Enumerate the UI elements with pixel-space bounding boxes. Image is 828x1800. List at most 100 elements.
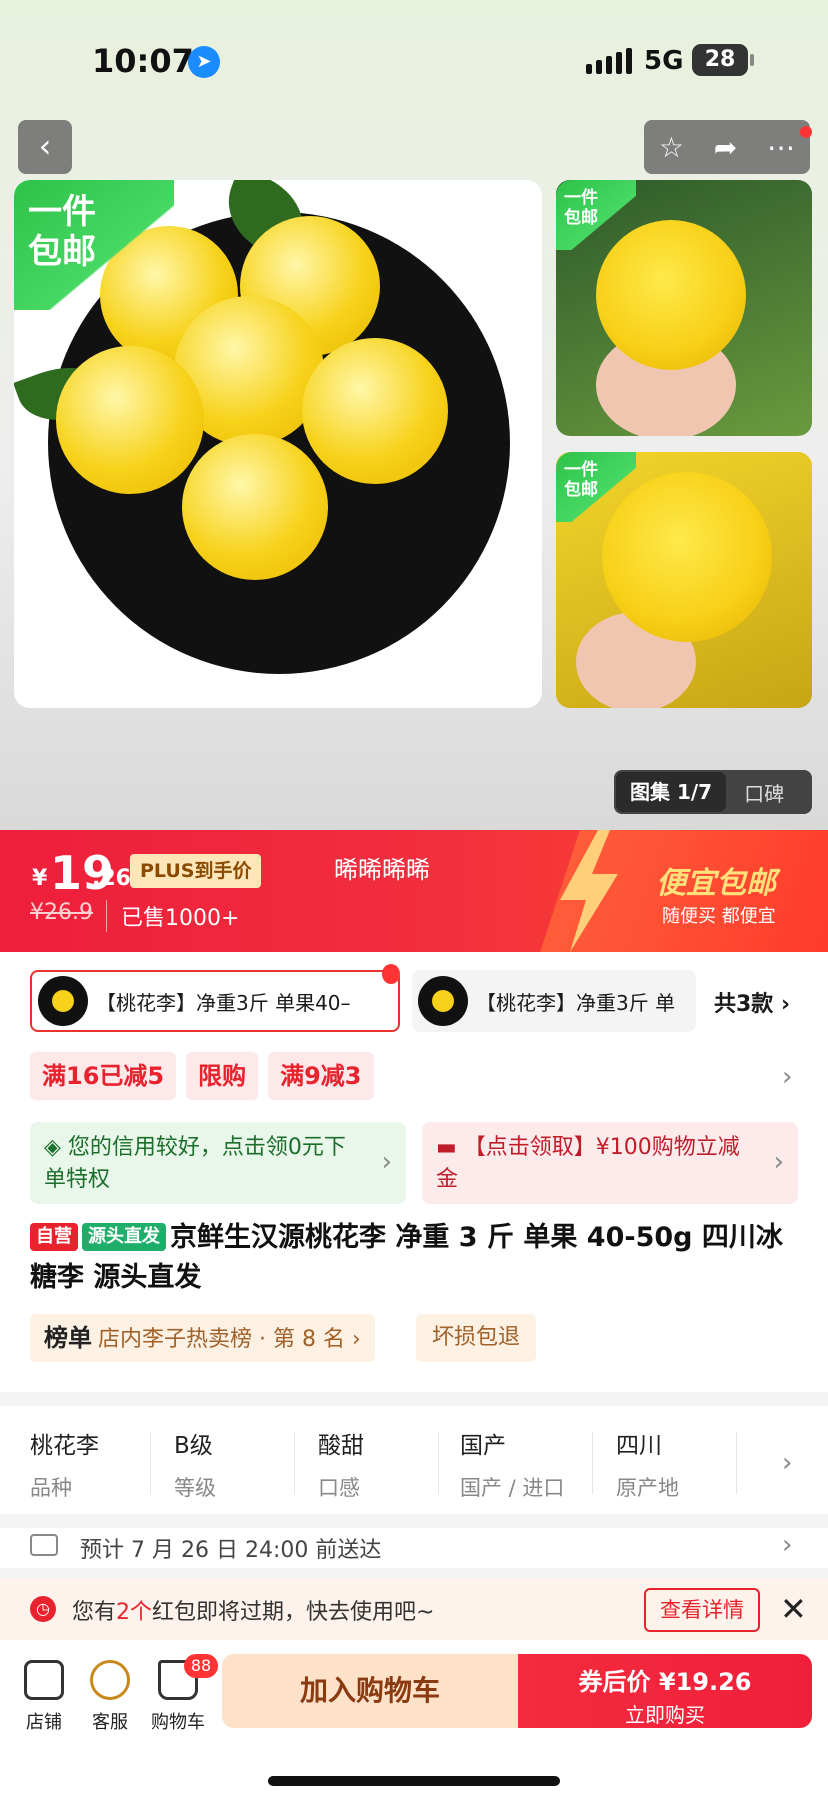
spec-value: 国产 <box>460 1433 506 1459</box>
coupon-price-label: 券后价 ¥19.26 <box>578 1668 752 1696</box>
ranking-label: 榜单 <box>44 1324 92 1352</box>
network-label: 5G <box>644 46 684 76</box>
status-time: 10:07 <box>92 42 194 80</box>
price-banner: ¥ 19 .26 PLUS到手价 ¥26.9 已售1000+ 晞晞晞晞 便宜包邮… <box>0 830 828 952</box>
free-shipping-badge-text: 一件 包邮 <box>564 460 598 500</box>
spec-origin: 四川 原产地 <box>616 1426 679 1502</box>
ranking-text: 店内李子热卖榜 · 第 8 名 › <box>98 1327 361 1352</box>
service-label: 客服 <box>92 1712 128 1733</box>
plum-image <box>182 434 328 580</box>
cart-button[interactable]: 88 购物车 <box>148 1654 218 1734</box>
close-icon[interactable]: ✕ <box>780 1590 807 1628</box>
ranking-chip[interactable]: 榜单 店内李子热卖榜 · 第 8 名 › <box>30 1314 375 1362</box>
red-packet-count: 2个 <box>116 1600 153 1625</box>
store-icon <box>24 1660 64 1700</box>
red-packet-prefix: 您有 <box>72 1600 117 1625</box>
spec-variety: 桃花李 品种 <box>30 1426 99 1502</box>
shield-icon: ◈ <box>44 1135 68 1160</box>
sku-option-2[interactable]: 【桃花李】净重3斤 单 <box>412 970 696 1032</box>
sku-thumbnail <box>38 976 88 1026</box>
sku-selector: 【桃花李】净重3斤 单果40– 【桃花李】净重3斤 单 共3款 › <box>30 964 820 1032</box>
spec-taste: 酸甜 口感 <box>318 1426 364 1502</box>
store-button[interactable]: 店铺 <box>14 1660 74 1734</box>
banner-center-text: 晞晞晞晞 <box>334 856 430 884</box>
location-icon: ➤ <box>188 46 220 78</box>
discount-tag: 满16已减5 <box>30 1052 177 1100</box>
top-actions: ☆ ➦ ⋯ <box>644 120 810 174</box>
divider <box>592 1432 593 1494</box>
share-icon[interactable]: ➦ <box>714 131 737 164</box>
cash-coupon-text: 【点击领取】¥100购物立减金 <box>436 1135 740 1192</box>
credit-coupon-text: 您的信用较好，点击领0元下单特权 <box>44 1135 346 1192</box>
thumbnail-1[interactable]: 一件 包邮 <box>556 180 812 436</box>
spec-key: 等级 <box>174 1476 216 1500</box>
damage-refund-chip[interactable]: 坏损包退 <box>416 1314 537 1362</box>
battery-icon: 28 <box>692 44 754 76</box>
divider <box>438 1432 439 1494</box>
original-price: ¥26.9 <box>30 900 93 925</box>
hot-icon <box>382 964 400 984</box>
credit-coupon[interactable]: ◈ 您的信用较好，点击领0元下单特权 › <box>30 1122 406 1204</box>
signal-icon <box>586 48 632 74</box>
cart-label: 购物车 <box>151 1712 205 1733</box>
product-title: 自营 源头直发 京鲜生汉源桃花李 净重 3 斤 单果 40-50g 四川冰糖李 源头… <box>30 1218 800 1298</box>
divider <box>150 1432 151 1494</box>
red-packet-text: 您有2个红包即将过期，快去使用吧~ <box>72 1594 434 1626</box>
delivery-row[interactable]: 预计 7 月 26 日 24:00 前送达 › <box>0 1528 828 1568</box>
star-icon[interactable]: ☆ <box>659 131 684 164</box>
gallery-switch: 图集 1/7 口碑 <box>614 770 812 814</box>
red-packet-suffix: 红包即将过期，快去使用吧~ <box>152 1600 435 1625</box>
home-indicator <box>268 1776 560 1786</box>
plum-image <box>302 338 448 484</box>
source-direct-tag: 源头直发 <box>82 1223 166 1251</box>
promo-title: 便宜包邮 <box>656 866 776 901</box>
add-to-cart-button[interactable]: 加入购物车 <box>222 1654 518 1728</box>
chevron-right-icon: › <box>381 1147 392 1177</box>
sku-more-label: 共3款 <box>714 992 774 1017</box>
spec-grade: B级 等级 <box>174 1426 216 1502</box>
promo-subtitle: 随便买 都便宜 <box>662 906 776 927</box>
customer-service-button[interactable]: 客服 <box>80 1660 140 1734</box>
album-tab[interactable]: 图集 1/7 <box>616 772 727 812</box>
red-packet-notice: ◷ 您有2个红包即将过期，快去使用吧~ 查看详情 ✕ <box>0 1578 828 1640</box>
cash-coupon[interactable]: ▬ 【点击领取】¥100购物立减金 › <box>422 1122 798 1204</box>
clock-icon: ◷ <box>30 1596 56 1622</box>
spec-key: 口感 <box>318 1476 360 1500</box>
notification-dot <box>800 126 812 138</box>
main-product-image[interactable]: 一件 包邮 <box>14 180 542 708</box>
review-tab[interactable]: 口碑 <box>726 778 784 807</box>
spec-key: 原产地 <box>616 1476 679 1500</box>
card-icon: ▬ <box>436 1135 464 1160</box>
lightning-icon <box>560 830 618 952</box>
sku-thumbnail <box>418 976 468 1026</box>
chevron-right-icon: › <box>782 1530 793 1560</box>
view-details-button[interactable]: 查看详情 <box>644 1588 760 1632</box>
spec-key: 国产 / 进口 <box>460 1476 565 1500</box>
service-icon <box>90 1660 130 1700</box>
spec-row[interactable]: 桃花李 品种 B级 等级 酸甜 口感 国产 国产 / 进口 四川 原产地 › <box>0 1406 828 1514</box>
product-gallery: 10:07 ➤ 5G 28 ‹ ☆ ➦ ⋯ 一件 包邮 一件 包邮 一件 包邮 … <box>0 0 828 830</box>
truck-icon <box>30 1534 58 1556</box>
currency-symbol: ¥ <box>32 866 48 891</box>
price-decimal: .26 <box>92 866 131 891</box>
plum-image <box>56 346 204 494</box>
sku-label: 【桃花李】净重3斤 单果40– <box>96 990 351 1015</box>
status-bar: 10:07 ➤ 5G 28 <box>0 0 828 110</box>
thumbnail-2[interactable]: 一件 包邮 <box>556 452 812 708</box>
spec-value: B级 <box>174 1433 213 1459</box>
spec-value: 酸甜 <box>318 1433 364 1459</box>
chevron-right-icon[interactable]: › <box>782 1062 792 1092</box>
buy-now-label: 立即购买 <box>625 1703 705 1727</box>
limit-tag: 限购 <box>186 1052 259 1100</box>
back-button[interactable]: ‹ <box>18 120 72 174</box>
more-icon[interactable]: ⋯ <box>767 131 795 164</box>
product-info: 【桃花李】净重3斤 单果40– 【桃花李】净重3斤 单 共3款 › 满16已减5… <box>0 952 828 1392</box>
sku-option-1[interactable]: 【桃花李】净重3斤 单果40– <box>30 970 400 1032</box>
buy-now-button[interactable]: 券后价 ¥19.26 立即购买 <box>518 1654 812 1728</box>
chevron-right-icon: › <box>773 1147 784 1177</box>
spec-value: 四川 <box>616 1433 662 1459</box>
plus-price-tag: PLUS到手价 <box>130 854 262 888</box>
discount-tags[interactable]: 满16已减5 限购 满9减3 <box>30 1052 374 1100</box>
sku-more-button[interactable]: 共3款 › <box>714 986 790 1018</box>
self-operated-tag: 自营 <box>30 1223 78 1251</box>
